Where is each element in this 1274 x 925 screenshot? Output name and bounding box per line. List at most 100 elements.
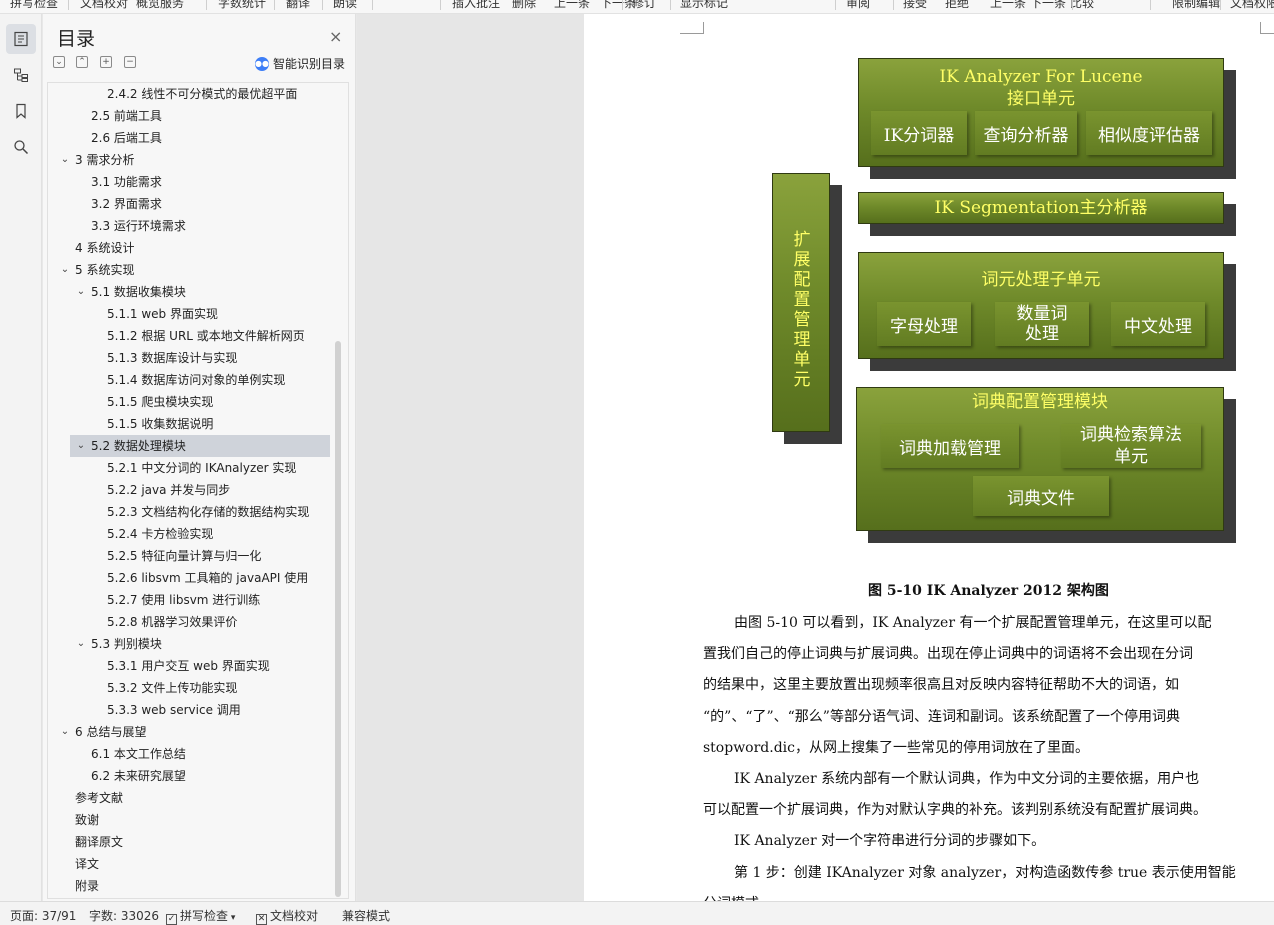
segmentation-box: IK Segmentation主分析器 <box>858 192 1224 224</box>
bookmark-panel-button[interactable] <box>6 96 36 126</box>
toolbar-separator <box>440 0 441 10</box>
toc-item[interactable]: 6.1 本文工作总结 <box>48 743 332 765</box>
toc-item[interactable]: 5.1.5 收集数据说明 <box>48 413 332 435</box>
toc-item-label: 6 总结与展望 <box>75 725 147 739</box>
toc-item-label: 5.2 数据处理模块 <box>91 439 186 453</box>
toc-scrollbar[interactable] <box>335 341 341 897</box>
document-page[interactable]: IK Analyzer For Lucene 接口单元 IK分词器 查询分析器 … <box>584 14 1274 901</box>
toolbar-item[interactable]: 概览服务 <box>136 0 184 11</box>
toc-item-label: 5.3.3 web service 调用 <box>107 703 241 717</box>
toc-item[interactable]: 5.2.1 中文分词的 IKAnalyzer 实现 <box>48 457 332 479</box>
toolbar-item[interactable]: 翻译 <box>286 0 310 11</box>
toc-item[interactable]: 参考文献 <box>48 787 332 809</box>
toolbar-item[interactable]: 下一条 <box>1030 0 1066 11</box>
toc-item[interactable]: 5.3.1 用户交互 web 界面实现 <box>48 655 332 677</box>
toc-item[interactable]: 2.5 前端工具 <box>48 105 332 127</box>
toc-item[interactable]: 5.3.3 web service 调用 <box>48 699 332 721</box>
toolbar-item[interactable]: 上一条 <box>554 0 590 11</box>
toc-item[interactable]: 3.1 功能需求 <box>48 171 332 193</box>
word-count[interactable]: 字数: 33026 <box>89 907 159 924</box>
chevron-down-icon[interactable]: ⌄ <box>59 149 71 171</box>
toc-item[interactable]: 致谢 <box>48 809 332 831</box>
status-bar: 页面: 37/91 字数: 33026 ✓ 拼写检查 ▾ ✕ 文档校对 兼容模式 <box>0 901 1274 925</box>
toolbar-item[interactable]: 朗读 <box>333 0 357 11</box>
toc-item[interactable]: 5.1.3 数据库设计与实现 <box>48 347 332 369</box>
proofread-label: 文档校对 <box>270 909 319 923</box>
toc-item[interactable]: ⌄ 5.1 数据收集模块 <box>48 281 332 303</box>
toc-item[interactable]: 5.2.6 libsvm 工具箱的 javaAPI 使用 <box>48 567 332 589</box>
toc-item[interactable]: 5.1.2 根据 URL 或本地文件解析网页 <box>48 325 332 347</box>
toolbar-item[interactable]: 拒绝 <box>945 0 969 11</box>
outline-panel-button[interactable] <box>6 60 36 90</box>
toc-item[interactable]: 5.1.4 数据库访问对象的单例实现 <box>48 369 332 391</box>
toolbar-item[interactable]: 文档校对 <box>80 0 128 11</box>
toc-item[interactable]: 5.2.8 机器学习效果评价 <box>48 611 332 633</box>
toc-item-label: 翻译原文 <box>75 835 124 849</box>
toolbar-item[interactable]: 上一条 <box>990 0 1026 11</box>
toc-item[interactable]: 5.3.2 文件上传功能实现 <box>48 677 332 699</box>
body-text-line: 由图 5-10 可以看到，IK Analyzer 有一个扩展配置管理单元，在这里… <box>734 615 1212 631</box>
chevron-down-icon[interactable]: ⌄ <box>59 259 71 281</box>
ai-bot-icon: ●● <box>255 56 269 71</box>
dict-loading-box: 词典加载管理 <box>881 424 1019 468</box>
toc-item-label: 5.2.1 中文分词的 IKAnalyzer 实现 <box>107 461 297 475</box>
search-panel-button[interactable] <box>6 132 36 162</box>
page-indicator[interactable]: 页面: 37/91 <box>10 907 76 924</box>
ik-segmenter-box: IK分词器 <box>871 111 967 155</box>
close-icon[interactable]: × <box>329 27 342 46</box>
toolbar-item[interactable]: 审阅 <box>846 0 870 11</box>
toc-item[interactable]: 2.4.2 线性不可分模式的最优超平面 <box>48 83 332 105</box>
chevron-down-icon[interactable]: ⌄ <box>75 435 87 457</box>
toolbar-item[interactable]: 下一条 <box>600 0 636 11</box>
collapse-up-icon[interactable]: ⌃ <box>76 56 88 68</box>
toc-item[interactable]: ⌄ 5.3 判别模块 <box>48 633 332 655</box>
toc-panel-button[interactable] <box>6 24 36 54</box>
toc-item[interactable]: 翻译原文 <box>48 831 332 853</box>
toc-item[interactable]: 5.2.7 使用 libsvm 进行训练 <box>48 589 332 611</box>
toc-item[interactable]: ⌄ 5.2 数据处理模块 <box>70 435 330 457</box>
body-text-line: IK Analyzer 对一个字符串进行分词的步骤如下。 <box>734 833 1046 850</box>
toolbar-item[interactable]: 显示标记 <box>680 0 728 11</box>
collapse-down-icon[interactable]: ⌄ <box>53 56 65 68</box>
toc-item[interactable]: 3.2 界面需求 <box>48 193 332 215</box>
toolbar-item[interactable]: 拼写检查 <box>10 0 58 11</box>
toc-item[interactable]: 译文 <box>48 853 332 875</box>
toc-item[interactable]: 3.3 运行环境需求 <box>48 215 332 237</box>
toc-item[interactable]: ⌄ 6 总结与展望 <box>48 721 332 743</box>
toc-item[interactable]: 5.2.5 特征向量计算与归一化 <box>48 545 332 567</box>
toc-item[interactable]: ⌄ 3 需求分析 <box>48 149 332 171</box>
toc-item[interactable]: 5.2.2 java 并发与同步 <box>48 479 332 501</box>
toolbar-item[interactable]: 文档权限 <box>1230 0 1274 11</box>
smart-toc-button[interactable]: ●● 智能识别目录 <box>255 55 345 72</box>
toc-item[interactable]: 5.1.5 爬虫模块实现 <box>48 391 332 413</box>
toc-item[interactable]: 附录 <box>48 875 332 897</box>
toc-item-label: 5.3.2 文件上传功能实现 <box>107 681 238 695</box>
toolbar-item[interactable]: 删除 <box>512 0 536 11</box>
toc-item[interactable]: 6.2 未来研究展望 <box>48 765 332 787</box>
toc-item[interactable]: ⌄ 5 系统实现 <box>48 259 332 281</box>
collapse-all-icon[interactable]: − <box>124 56 136 68</box>
toolbar-item[interactable]: 修订 <box>632 0 656 11</box>
toolbar-item[interactable]: 字数统计 <box>218 0 266 11</box>
toc-item[interactable]: 5.2.3 文档结构化存储的数据结构实现 <box>48 501 332 523</box>
chevron-down-icon[interactable]: ⌄ <box>75 281 87 303</box>
toc-item-label: 3 需求分析 <box>75 153 135 167</box>
chevron-down-icon[interactable]: ⌄ <box>59 721 71 743</box>
toolbar-item[interactable]: 限制编辑 <box>1172 0 1220 11</box>
toolbar-item[interactable]: 接受 <box>903 0 927 11</box>
toc-item[interactable]: 5.1.1 web 界面实现 <box>48 303 332 325</box>
toc-item[interactable]: 2.6 后端工具 <box>48 127 332 149</box>
proofread-icon: ✕ <box>256 914 267 925</box>
toc-item[interactable]: 5.2.4 卡方检验实现 <box>48 523 332 545</box>
toc-item[interactable]: 4 系统设计 <box>48 237 332 259</box>
toolbar-item[interactable]: 插入批注 <box>452 0 500 11</box>
expand-all-icon[interactable]: + <box>100 56 112 68</box>
toc-item-label: 5.3.1 用户交互 web 界面实现 <box>107 659 270 673</box>
proofread-button[interactable]: ✕ 文档校对 <box>256 907 318 925</box>
body-text-line: 分词模式。 <box>703 893 1256 901</box>
chevron-down-icon[interactable]: ⌄ <box>75 633 87 655</box>
spell-check-toggle[interactable]: ✓ 拼写检查 ▾ <box>166 907 235 925</box>
toc-item-label: 5.2.7 使用 libsvm 进行训练 <box>107 593 261 607</box>
checkbox-icon: ✓ <box>166 914 177 925</box>
toolbar-item[interactable]: 比较 <box>1070 0 1094 11</box>
